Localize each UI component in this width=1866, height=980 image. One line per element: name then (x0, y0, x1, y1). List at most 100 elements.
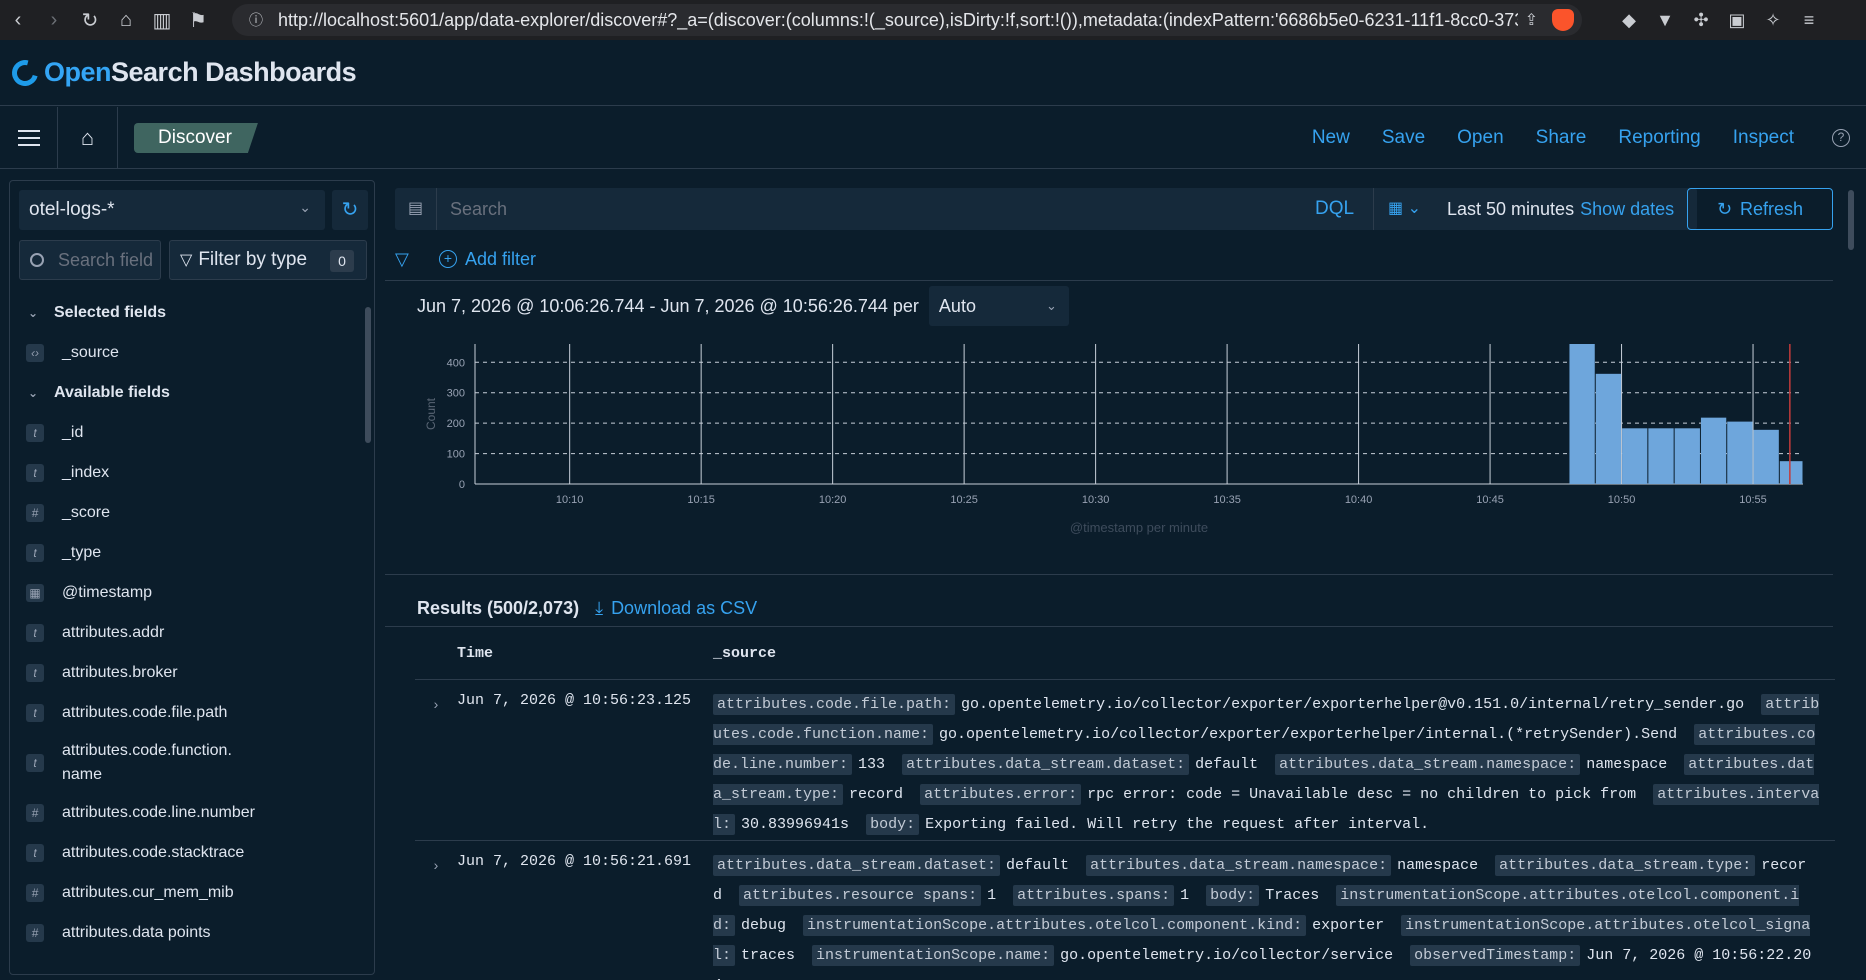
source-field-value: Exporting failed. Will retry the request… (925, 816, 1430, 833)
index-pattern-value: otel-logs-* (29, 199, 115, 220)
download-csv-button[interactable]: ⤓ Download as CSV (595, 598, 757, 619)
address-bar[interactable]: ⓘ http://localhost:5601/app/data-explore… (232, 4, 1582, 36)
refresh-index-icon[interactable]: ↻ (332, 190, 368, 230)
field-item[interactable]: # attributes.cur_mem_mib (10, 873, 362, 913)
site-info-icon[interactable]: ⓘ (242, 10, 270, 30)
forward-icon[interactable]: › (36, 0, 72, 40)
expand-row-icon[interactable]: › (415, 690, 457, 840)
filter-icon: ▽ (180, 252, 193, 269)
field-item[interactable]: ▦ @timestamp (10, 573, 362, 613)
back-icon[interactable]: ‹ (0, 0, 36, 40)
leo-icon[interactable]: ✧ (1762, 9, 1784, 31)
field-item[interactable]: t attributes.code.function. name (10, 733, 362, 793)
field-item[interactable]: t attributes.code.stacktrace (10, 833, 362, 873)
histogram-bar (1753, 429, 1779, 484)
histogram-chart[interactable]: 0 100 200 300 400 10:10 10:15 10:20 10:25 10:30 10… (415, 332, 1835, 572)
filter-icon[interactable]: ▽ (395, 249, 415, 270)
home-icon[interactable]: ⌂ (108, 0, 144, 40)
search-input[interactable] (450, 196, 1130, 222)
field-item[interactable]: t _type (10, 533, 362, 573)
query-bar: ▤ DQL ▦ ⌄ Last 50 minutesShow dates (395, 188, 1697, 230)
field-item[interactable]: t attributes.addr (10, 613, 362, 653)
refresh-label: Refresh (1740, 198, 1804, 219)
y-axis-title: Count (424, 397, 438, 430)
column-source[interactable]: _source (713, 645, 776, 662)
query-language-button[interactable]: DQL (1315, 196, 1354, 222)
new-link[interactable]: New (1312, 127, 1350, 149)
share-icon[interactable]: ⇪ (1525, 10, 1538, 30)
interval-select[interactable]: Auto ⌄ (928, 286, 1069, 326)
home-button[interactable]: ⌂ (58, 107, 118, 169)
source-field-key: attributes.code.file.path: (713, 694, 956, 715)
number-field-icon: # (26, 884, 44, 902)
field-name: _type (62, 544, 102, 561)
field-search[interactable] (19, 240, 161, 280)
help-icon[interactable]: ? (1832, 129, 1850, 147)
add-filter-button[interactable]: + Add filter (439, 249, 536, 270)
share-link[interactable]: Share (1536, 127, 1587, 149)
open-link[interactable]: Open (1457, 127, 1503, 149)
menu-icon[interactable]: ≡ (1798, 9, 1820, 31)
field-item[interactable]: t attributes.broker (10, 653, 362, 693)
field-item[interactable]: # attributes.data points (10, 913, 362, 953)
sidebar-scrollbar[interactable] (364, 293, 372, 971)
table-row[interactable]: › Jun 7, 2026 @ 10:56:23.125 attributes.co… (415, 680, 1835, 841)
y-tick-label: 200 (447, 418, 465, 430)
source-field-key: attributes.data_stream.namespace: (1086, 855, 1392, 876)
selected-fields-heading[interactable]: ⌄ Selected fields (10, 293, 362, 333)
bookmark-icon[interactable]: ⚑ (180, 0, 216, 40)
refresh-button[interactable]: ↻ Refresh (1687, 188, 1833, 230)
field-name: attributes.addr (62, 624, 165, 641)
brave-shield-icon[interactable] (1552, 9, 1574, 31)
string-field-icon: t (26, 664, 44, 682)
extension-icon[interactable]: ◆ (1618, 9, 1640, 31)
field-item[interactable]: t _id (10, 413, 362, 453)
table-row[interactable]: › Jun 7, 2026 @ 10:56:21.691 attributes.da… (415, 841, 1835, 980)
number-field-icon: # (26, 924, 44, 942)
source-field-key: body: (866, 814, 920, 835)
source-field-key: attributes.resource spans: (739, 885, 982, 906)
url-text[interactable]: http://localhost:5601/app/data-explorer/… (278, 10, 1518, 31)
field-item[interactable]: ‹› _source (10, 333, 362, 373)
scrollbar-thumb[interactable] (365, 307, 371, 443)
discover-main: ▤ DQL ▦ ⌄ Last 50 minutesShow dates ↻ Re… (385, 180, 1853, 980)
reporting-link[interactable]: Reporting (1618, 127, 1700, 149)
selected-fields-label: Selected fields (54, 304, 167, 321)
field-item[interactable]: t _index (10, 453, 362, 493)
expand-row-icon[interactable]: › (415, 851, 457, 980)
histogram-svg[interactable]: 0 100 200 300 400 10:10 10:15 10:20 10:25 10:30 10… (415, 332, 1835, 572)
save-link[interactable]: Save (1382, 127, 1425, 149)
sidebar-toggle-icon[interactable]: ▥ (144, 0, 180, 40)
x-tick-label: 10:45 (1476, 494, 1504, 506)
index-pattern-select[interactable]: otel-logs-* ⌄ (19, 190, 325, 230)
show-dates-link[interactable]: Show dates (1580, 199, 1674, 219)
field-item[interactable]: # _score (10, 493, 362, 533)
field-item[interactable]: t attributes.code.file.path (10, 693, 362, 733)
reload-icon[interactable]: ↻ (72, 0, 108, 40)
histogram-bar (1779, 461, 1803, 484)
calendar-icon[interactable]: ▦ ⌄ (1373, 188, 1435, 230)
available-fields-heading[interactable]: ⌄ Available fields (10, 373, 362, 413)
browser-toolbar: ‹ › ↻ ⌂ ▥ ⚑ ⓘ http://localhost:5601/app/… (0, 0, 1866, 40)
time-range[interactable]: Last 50 minutes Show dates (1447, 196, 1674, 222)
histogram-range: Jun 7, 2026 @ 10:06:26.744 - Jun 7, 2026… (417, 295, 919, 316)
app-logo[interactable]: OpenSearch Dashboards (44, 57, 357, 88)
menu-button[interactable] (0, 107, 58, 169)
extension-icon[interactable]: ▼ (1654, 9, 1676, 31)
main-scrollbar[interactable] (1846, 180, 1856, 976)
screenshot-icon[interactable]: ▣ (1726, 9, 1748, 31)
field-search-input[interactable] (58, 249, 154, 271)
y-tick-label: 300 (447, 388, 465, 400)
puzzle-icon[interactable]: ✣ (1690, 9, 1712, 31)
scrollbar-thumb[interactable] (1848, 190, 1854, 250)
chevron-down-icon: ⌄ (28, 386, 39, 400)
field-item[interactable]: # attributes.code.line.number (10, 793, 362, 833)
top-nav: ⌂ Discover New Save Open Share Reporting… (0, 107, 1866, 169)
source-field-key: body: (1206, 885, 1260, 906)
column-time[interactable]: Time (457, 645, 713, 662)
x-tick-label: 10:25 (950, 494, 978, 506)
filter-by-type-button[interactable]: ▽ Filter by type 0 (169, 240, 367, 280)
breadcrumb-discover[interactable]: Discover (134, 123, 258, 153)
saved-query-icon[interactable]: ▤ (395, 188, 437, 230)
inspect-link[interactable]: Inspect (1733, 127, 1794, 149)
